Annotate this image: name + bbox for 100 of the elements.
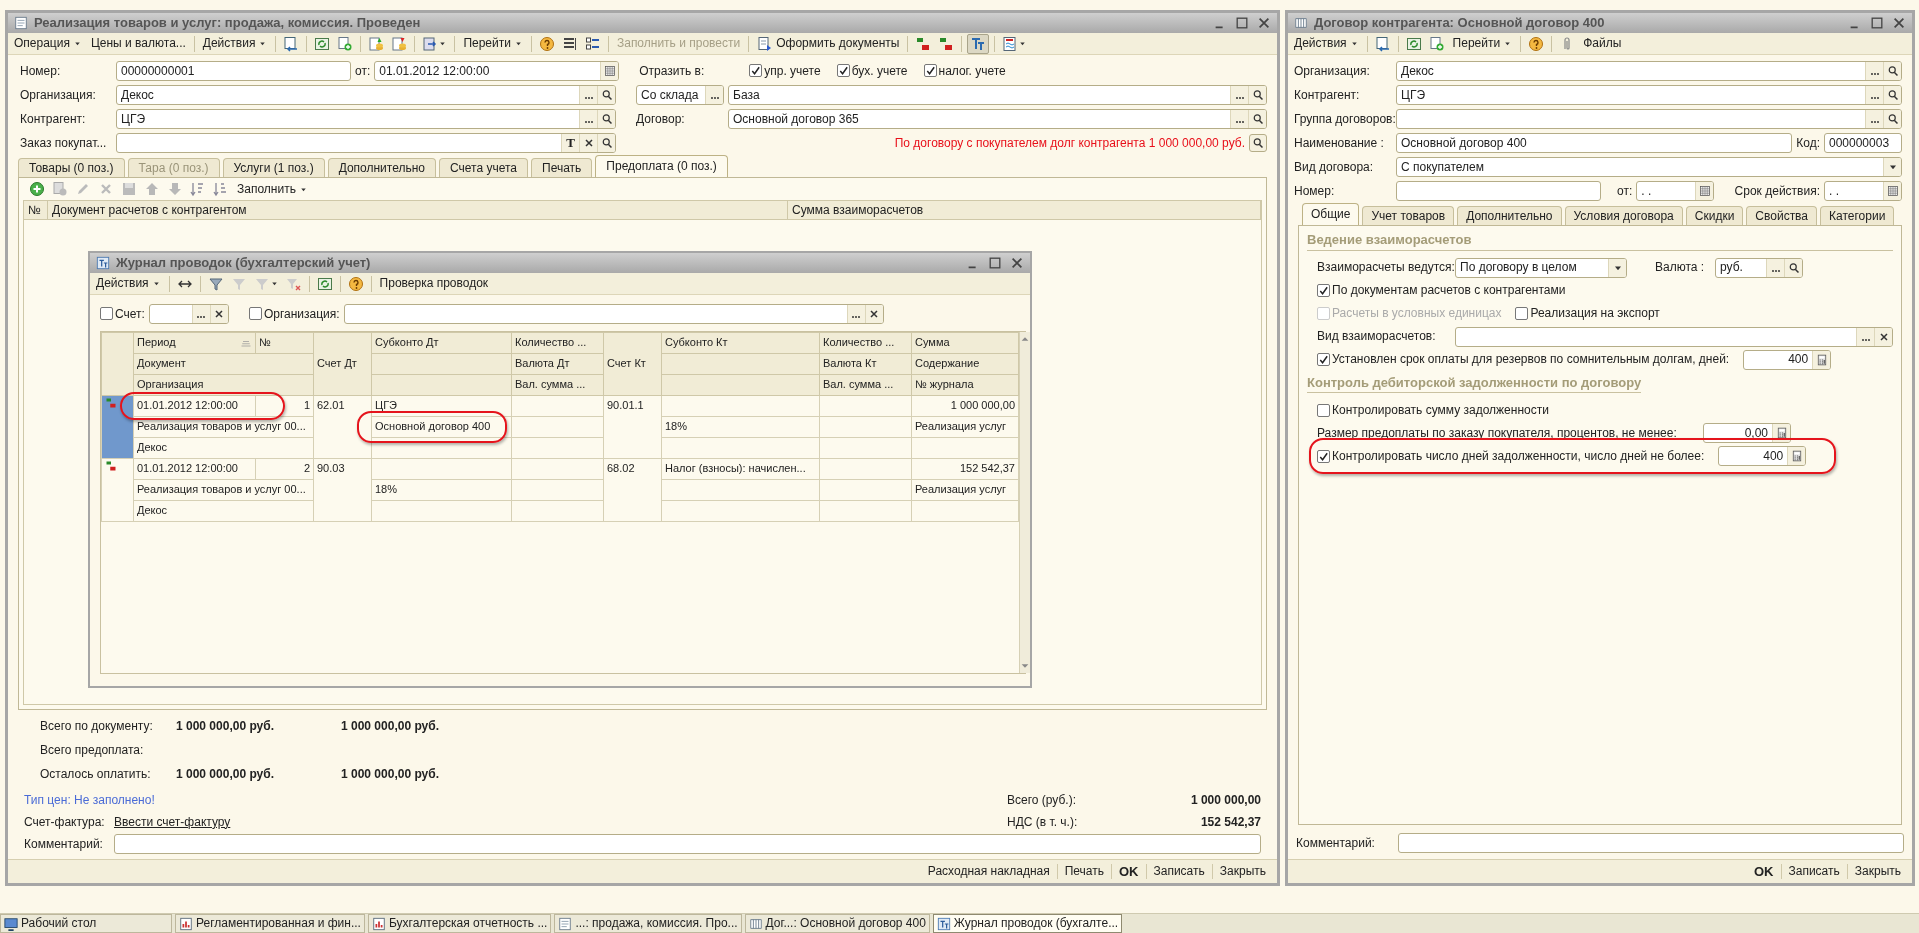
checkbox[interactable] bbox=[1317, 284, 1330, 298]
close-icon[interactable] bbox=[1010, 256, 1024, 270]
document-send-icon[interactable] bbox=[422, 35, 439, 52]
input-field[interactable]: По договору в целом bbox=[1455, 257, 1627, 278]
toolbar-button[interactable]: Оформить документы bbox=[754, 33, 903, 54]
footer-button[interactable]: Расходная накладная bbox=[920, 864, 1057, 879]
invoice-link[interactable]: Ввести счет-фактуру bbox=[114, 814, 231, 830]
menu-button[interactable]: Заполнить bbox=[234, 179, 311, 199]
toolbar-button[interactable]: Цены и валюта... bbox=[87, 33, 189, 54]
taskbar-button[interactable]: ...: продажа, комиссия. Про... bbox=[554, 914, 742, 933]
input-field[interactable]: Декос bbox=[116, 85, 616, 105]
taskbar-button[interactable]: Бухгалтерская отчетность ... bbox=[367, 914, 552, 933]
input-field[interactable]: Декос bbox=[1396, 61, 1902, 81]
refresh-icon[interactable] bbox=[316, 275, 333, 292]
menu-button[interactable]: Действия bbox=[199, 33, 271, 54]
tab[interactable]: Товары (0 поз.) bbox=[18, 158, 125, 177]
input-field[interactable] bbox=[1396, 109, 1902, 129]
menu-button[interactable]: Действия bbox=[1291, 33, 1362, 54]
cross-icon[interactable] bbox=[213, 308, 226, 320]
footer-button[interactable]: Закрыть bbox=[1211, 864, 1273, 879]
tab[interactable]: Предоплата (0 поз.) bbox=[595, 155, 728, 177]
maximize-icon[interactable] bbox=[1870, 16, 1884, 30]
cross-icon[interactable] bbox=[868, 308, 881, 320]
toolbar-button[interactable]: Проверка проводок bbox=[376, 273, 492, 294]
tab[interactable]: Скидки bbox=[1685, 206, 1744, 225]
taskbar-button[interactable]: Рабочий стол bbox=[0, 914, 172, 933]
debit-credit-icon[interactable] bbox=[915, 35, 932, 52]
refresh-icon[interactable] bbox=[314, 35, 331, 52]
add-icon[interactable] bbox=[29, 181, 45, 197]
footer-button[interactable]: OK bbox=[1747, 863, 1781, 880]
input-field[interactable]: . . bbox=[1824, 181, 1902, 201]
row-marker[interactable] bbox=[101, 395, 134, 459]
input-field[interactable] bbox=[1455, 326, 1893, 347]
checkbox[interactable] bbox=[923, 64, 937, 78]
input-field[interactable]: 00000000001 bbox=[116, 61, 351, 81]
sort-descending-icon[interactable] bbox=[213, 181, 229, 197]
input-field[interactable]: ЦГЭ bbox=[116, 109, 616, 129]
tab[interactable]: Свойства bbox=[1746, 206, 1818, 225]
coins-arrow-down-icon[interactable] bbox=[391, 35, 408, 52]
copy-add-icon[interactable] bbox=[1428, 35, 1445, 52]
tab[interactable]: Учет товаров bbox=[1362, 206, 1455, 225]
menu-button[interactable]: Операция bbox=[11, 33, 85, 54]
input-field[interactable] bbox=[343, 304, 884, 324]
checkbox[interactable] bbox=[749, 64, 763, 78]
copy-add-icon[interactable] bbox=[337, 35, 354, 52]
checkbox[interactable] bbox=[248, 307, 262, 321]
input-field[interactable]: Основной договор 400 bbox=[1396, 133, 1793, 153]
input-field[interactable]: С покупателем bbox=[1396, 157, 1902, 177]
tab[interactable]: Печать bbox=[531, 158, 593, 177]
input-field[interactable]: . . bbox=[1636, 181, 1715, 201]
toolbar-button[interactable]: Файлы bbox=[1580, 33, 1625, 54]
tab[interactable]: Дополнительно bbox=[327, 158, 436, 177]
menu-button[interactable]: Перейти bbox=[460, 33, 526, 54]
footer-button[interactable]: OK bbox=[1111, 863, 1146, 880]
help-icon[interactable] bbox=[1528, 35, 1545, 52]
input-field[interactable]: 000000003 bbox=[1824, 133, 1902, 153]
input-field[interactable]: ЦГЭ bbox=[1396, 85, 1902, 105]
scrollbar[interactable] bbox=[1019, 332, 1030, 673]
row-marker[interactable] bbox=[101, 458, 134, 522]
checkbox[interactable] bbox=[1317, 353, 1330, 367]
menu-button[interactable]: Действия bbox=[93, 273, 164, 294]
tab[interactable]: Дополнительно bbox=[1457, 206, 1562, 225]
footer-button[interactable]: Закрыть bbox=[1846, 864, 1908, 879]
input-field[interactable]: T bbox=[116, 133, 616, 153]
choose-button[interactable] bbox=[846, 305, 865, 323]
tab[interactable]: Общие bbox=[1302, 203, 1360, 225]
choose-button[interactable] bbox=[191, 305, 210, 323]
footer-button[interactable]: Записать bbox=[1780, 864, 1847, 879]
checkbox[interactable] bbox=[100, 307, 113, 321]
coins-arrow-up-icon[interactable] bbox=[368, 35, 385, 52]
type-button[interactable]: T bbox=[561, 134, 579, 152]
input-field[interactable]: 400 bbox=[1718, 446, 1807, 467]
input-field[interactable]: 01.01.2012 12:00:00 bbox=[374, 61, 620, 81]
tab[interactable]: Услуги (1 поз.) bbox=[222, 158, 325, 177]
help-icon[interactable] bbox=[538, 35, 555, 52]
maximize-icon[interactable] bbox=[988, 256, 1002, 270]
tab[interactable]: Условия договора bbox=[1564, 206, 1683, 225]
filter-icon[interactable] bbox=[207, 275, 224, 292]
checkbox[interactable] bbox=[836, 64, 850, 78]
taskbar-button[interactable]: Регламентированная и фин... bbox=[175, 914, 365, 933]
checkbox[interactable] bbox=[1317, 449, 1330, 463]
footer-button[interactable]: Записать bbox=[1145, 864, 1212, 879]
taskbar-button[interactable]: Дог...: Основной договор 400 bbox=[744, 914, 930, 933]
menu-button[interactable]: Перейти bbox=[1449, 33, 1516, 54]
input-field[interactable]: Со склада bbox=[636, 85, 724, 105]
document-arrow-icon[interactable] bbox=[283, 35, 300, 52]
input-field[interactable] bbox=[114, 834, 1261, 854]
input-field[interactable] bbox=[1396, 181, 1601, 201]
refresh-icon[interactable] bbox=[1405, 35, 1422, 52]
checklist-icon[interactable] bbox=[584, 35, 601, 52]
tab[interactable]: Счета учета bbox=[439, 158, 528, 177]
debit-credit-icon[interactable] bbox=[938, 35, 955, 52]
input-field[interactable]: 0,00 bbox=[1703, 423, 1791, 444]
taskbar-button[interactable]: Журнал проводок (бухгалте... bbox=[932, 914, 1123, 933]
input-field[interactable]: руб. bbox=[1715, 257, 1803, 278]
document-wave-icon[interactable] bbox=[1002, 35, 1019, 52]
maximize-icon[interactable] bbox=[1235, 16, 1249, 30]
tab[interactable]: Категории bbox=[1820, 206, 1895, 225]
input-field[interactable]: 400 bbox=[1743, 349, 1832, 370]
footer-button[interactable]: Печать bbox=[1056, 864, 1111, 879]
